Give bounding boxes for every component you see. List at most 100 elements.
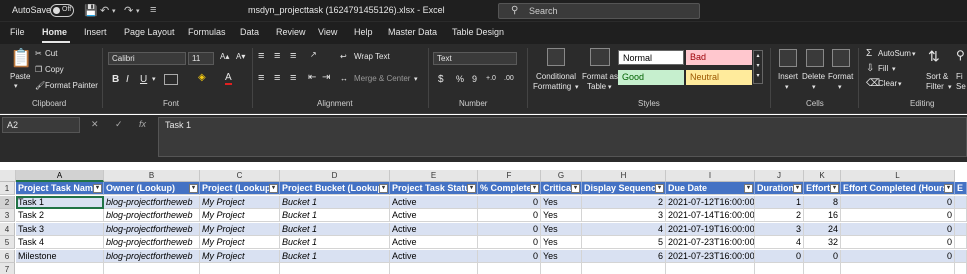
undo-dropdown-icon[interactable]: ▾ [112,7,116,15]
row-header-6[interactable]: 6 [0,249,15,263]
filter-dropdown-icon[interactable]: ▾ [744,184,753,193]
tab-data[interactable]: Data [240,27,259,37]
fill-button[interactable]: Fill [878,64,888,73]
style-bad[interactable]: Bad [686,50,752,65]
table-cell[interactable]: Bucket 1 [280,209,390,222]
table-cell[interactable]: Bucket 1 [280,222,390,236]
top-align-icon[interactable]: ≡ [258,50,264,62]
column-header-g[interactable]: G [541,170,582,182]
autosum-icon[interactable]: Σ [866,48,872,59]
decrease-indent-icon[interactable]: ⇤ [308,72,316,83]
font-color-icon[interactable]: A [225,72,232,85]
tab-file[interactable]: File [10,27,25,37]
delete-cells-icon[interactable] [806,49,824,67]
format-painter-button[interactable]: Format Painter [45,81,98,90]
customize-qat-icon[interactable]: ≡ [150,4,156,16]
column-header-c[interactable]: C [200,170,280,182]
table-cell[interactable]: 24 [804,222,841,236]
table-cell[interactable]: Task 1 [16,195,104,209]
table-cell[interactable]: 0 [478,222,541,236]
filter-dropdown-icon[interactable]: ▾ [93,184,102,193]
increase-font-icon[interactable]: A▴ [220,52,229,61]
merge-icon[interactable]: ↔ [340,74,348,83]
format-as-table-line1[interactable]: Format as [582,72,618,81]
delete-dropdown-icon[interactable]: ▾ [812,83,816,91]
increase-decimal-button[interactable]: +.0 [486,75,496,82]
table-cell[interactable]: My Project [200,249,280,263]
conditional-formatting-dropdown-icon[interactable]: ▾ [575,83,579,91]
table-cell[interactable]: 0 [841,209,955,222]
styles-scroll-icon[interactable]: ▴ ▾ ▾ [753,50,763,84]
table-cell[interactable]: Task 3 [16,222,104,236]
tab-formulas[interactable]: Formulas [188,27,226,37]
table-cell[interactable]: blog-projectfortheweb [104,236,200,249]
table-cell[interactable] [955,222,967,236]
bottom-align-icon[interactable]: ≡ [290,50,296,62]
autosave-toggle[interactable]: Off [50,4,74,17]
filter-dropdown-icon[interactable]: ▾ [189,184,198,193]
bold-button[interactable]: B [112,74,119,85]
row-header-7[interactable]: 7 [0,263,15,274]
row-header-4[interactable]: 4 [0,222,15,236]
worksheet-grid[interactable]: A B C D E F G H I J K L 1 2 3 4 5 6 7 Project Task Name ▾ Own… [0,162,967,274]
format-as-table-dropdown-icon[interactable]: ▾ [608,83,612,91]
conditional-formatting-line1[interactable]: Conditional [536,72,576,81]
table-cell[interactable]: blog-projectfortheweb [104,195,200,209]
table-header-cell[interactable]: Due Date ▾ [666,182,755,195]
autosum-button[interactable]: AutoSum [878,49,911,58]
merge-center-button[interactable]: Merge & Center [354,74,410,83]
copy-button[interactable]: Copy [45,65,64,74]
style-neutral[interactable]: Neutral [686,70,752,85]
tab-insert[interactable]: Insert [84,27,107,37]
table-cell[interactable] [955,249,967,263]
table-header-cell[interactable]: Project (Lookup) ▾ [200,182,280,195]
table-cell[interactable]: Active [390,236,478,249]
percent-button[interactable]: % [456,74,464,84]
table-header-cell[interactable]: Effort ▾ [804,182,841,195]
table-header-cell[interactable]: Owner (Lookup) ▾ [104,182,200,195]
table-cell[interactable]: 0 [841,195,955,209]
insert-function-icon[interactable]: fx [139,119,146,129]
table-cell[interactable]: My Project [200,195,280,209]
table-cell[interactable]: Yes [541,236,582,249]
save-icon[interactable]: 💾 [84,4,98,17]
enter-icon[interactable]: ✓ [115,119,123,130]
column-header-f[interactable]: F [478,170,541,182]
column-header-k[interactable]: K [804,170,841,182]
table-cell[interactable]: 3 [755,222,804,236]
undo-icon[interactable]: ↶ [100,4,109,17]
filter-dropdown-icon[interactable]: ▾ [379,184,388,193]
empty-cell[interactable] [955,263,967,274]
table-cell[interactable]: 2021-07-23T16:00:00Z [666,249,755,263]
insert-cells-icon[interactable] [779,49,797,67]
format-as-table-icon[interactable] [590,48,610,66]
clear-button[interactable]: Clear [878,79,897,88]
table-cell[interactable]: Bucket 1 [280,236,390,249]
table-cell[interactable]: Yes [541,249,582,263]
table-cell[interactable]: My Project [200,236,280,249]
table-cell[interactable]: 6 [582,249,666,263]
delete-cells-button[interactable]: Delete [802,72,825,81]
table-cell[interactable]: 5 [582,236,666,249]
table-cell[interactable]: Yes [541,195,582,209]
increase-indent-icon[interactable]: ⇥ [322,72,330,83]
table-cell[interactable]: Active [390,195,478,209]
column-header-b[interactable]: B [104,170,200,182]
table-cell[interactable]: 0 [478,249,541,263]
table-cell[interactable]: Task 4 [16,236,104,249]
column-header-l[interactable]: L [841,170,955,182]
table-cell[interactable]: 2 [582,195,666,209]
fill-dropdown-icon[interactable]: ▾ [892,65,896,73]
paste-dropdown-icon[interactable]: ▾ [14,82,18,90]
filter-dropdown-icon[interactable]: ▾ [530,184,539,193]
tab-page-layout[interactable]: Page Layout [124,27,175,37]
filter-dropdown-icon[interactable]: ▾ [793,184,802,193]
align-left-icon[interactable]: ≡ [258,72,264,84]
name-box[interactable]: A2 [2,117,80,133]
table-cell[interactable]: My Project [200,209,280,222]
number-format-select[interactable]: Text [433,52,517,65]
table-header-cell[interactable]: Critical ▾ [541,182,582,195]
search-box[interactable]: ⚲ Search [498,3,700,19]
format-cells-button[interactable]: Format [828,72,853,81]
filter-dropdown-icon[interactable]: ▾ [944,184,953,193]
